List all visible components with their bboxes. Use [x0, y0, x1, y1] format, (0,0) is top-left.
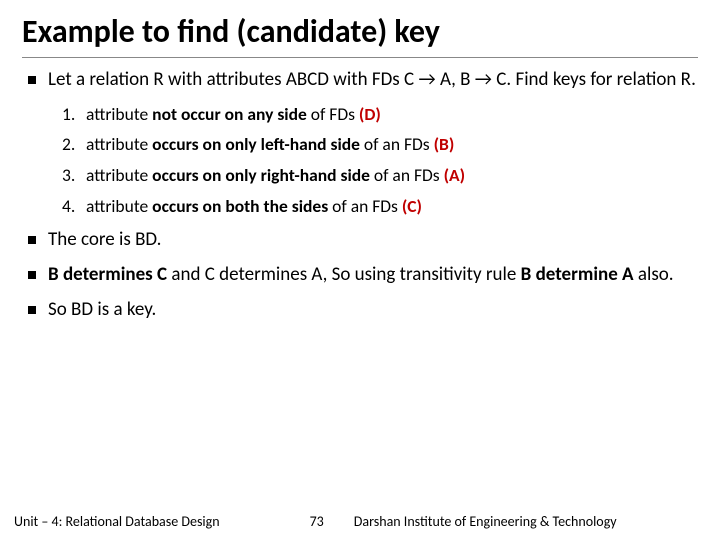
list-number: 4.	[62, 195, 86, 219]
bullet-text: The core is BD.	[48, 228, 161, 253]
footer-unit: Unit – 4: Relational Database Design	[14, 513, 220, 530]
bullet-text: B determines C and C determines A, So us…	[48, 263, 674, 288]
bullet-item: Let a relation R with attributes ABCD wi…	[28, 68, 698, 93]
numbered-list: 1. attribute not occur on any side of FD…	[62, 103, 698, 219]
square-bullet-icon	[28, 236, 36, 244]
slide-title: Example to find (candidate) key	[22, 12, 698, 58]
bullet-item: The core is BD.	[28, 228, 698, 253]
bullet-text: So BD is a key.	[48, 298, 156, 323]
footer-page-number: 73	[310, 513, 324, 530]
list-item: 2. attribute occurs on only left-hand si…	[62, 133, 698, 157]
list-text: attribute occurs on only right-hand side…	[86, 164, 465, 188]
bullet-item: B determines C and C determines A, So us…	[28, 263, 698, 288]
footer-institution: Darshan Institute of Engineering & Techn…	[354, 513, 706, 530]
list-number: 2.	[62, 133, 86, 157]
bullet-text: Let a relation R with attributes ABCD wi…	[48, 68, 696, 93]
list-item: 1. attribute not occur on any side of FD…	[62, 103, 698, 127]
square-bullet-icon	[28, 271, 36, 279]
square-bullet-icon	[28, 306, 36, 314]
list-text: attribute not occur on any side of FDs (…	[86, 103, 381, 127]
list-text: attribute occurs on only left-hand side …	[86, 133, 454, 157]
list-number: 1.	[62, 103, 86, 127]
square-bullet-icon	[28, 76, 36, 84]
slide-body: Example to find (candidate) key Let a re…	[0, 0, 720, 322]
list-text: attribute occurs on both the sides of an…	[86, 195, 422, 219]
bullet-item: So BD is a key.	[28, 298, 698, 323]
slide-footer: Unit – 4: Relational Database Design 73 …	[0, 505, 720, 540]
list-number: 3.	[62, 164, 86, 188]
list-item: 3. attribute occurs on only right-hand s…	[62, 164, 698, 188]
list-item: 4. attribute occurs on both the sides of…	[62, 195, 698, 219]
